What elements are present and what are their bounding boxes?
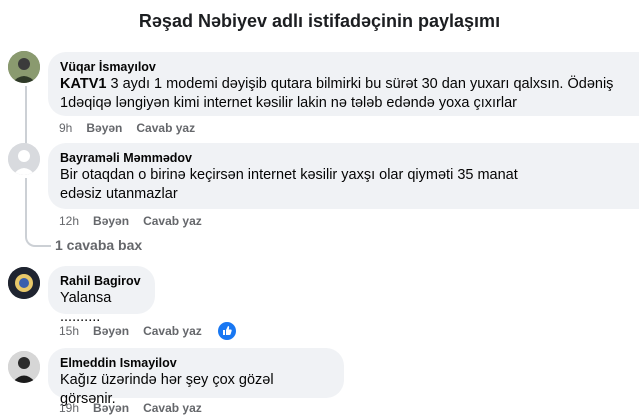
comment-actions: 15h Bəyən Cavab yaz [59, 324, 216, 338]
reply-button[interactable]: Cavab yaz [136, 121, 195, 135]
comment-bubble: Rahil Bagirov Yalansa .......... [48, 266, 155, 325]
page-title: Rəşad Nəbiyev adlı istifadəçinin paylaşı… [138, 11, 501, 31]
avatar[interactable] [8, 351, 40, 383]
thread-line [25, 86, 27, 146]
comment-time[interactable]: 19h [59, 401, 79, 415]
mention-tag[interactable]: KATV1 [60, 76, 106, 92]
avatar[interactable] [8, 51, 40, 83]
reply-button[interactable]: Cavab yaz [143, 401, 202, 415]
comment-actions: 19h Bəyən Cavab yaz [59, 401, 216, 415]
avatar-photo-icon [8, 267, 40, 299]
like-button[interactable]: Bəyən [93, 214, 129, 228]
comment-body: Bir otaqdan o birinə keçirsən internet k… [60, 167, 518, 202]
thread-connector [25, 178, 51, 247]
avatar-photo-icon [8, 51, 40, 83]
avatar-photo-icon [8, 351, 40, 383]
reaction-badge[interactable] [216, 320, 238, 342]
comment-body: 3 aydı 1 modemi dəyişib qutara bilmirki … [60, 76, 614, 111]
comment-bubble: Bayraməli Məmmədov Bir otaqdan o birinə … [48, 143, 639, 209]
comment-actions: 12h Bəyən Cavab yaz [59, 214, 216, 228]
like-button[interactable]: Bəyən [86, 121, 122, 135]
default-avatar-icon [8, 143, 40, 175]
comment-bubble: Elmeddin Ismayilov Kağız üzərində hər şe… [48, 348, 344, 407]
comment-time[interactable]: 12h [59, 214, 79, 228]
reply-button[interactable]: Cavab yaz [143, 214, 202, 228]
view-replies-link[interactable]: 1 cavaba bax [55, 237, 142, 253]
reply-button[interactable]: Cavab yaz [143, 324, 202, 338]
comment-text: KATV1 3 aydı 1 modemi dəyişib qutara bil… [60, 75, 627, 113]
comment-author[interactable]: Elmeddin Ismayilov [60, 355, 332, 371]
comment-bubble: Vüqar İsmayılov KATV1 3 aydı 1 modemi də… [48, 52, 639, 116]
comment-body: Yalansa .......... [60, 290, 112, 325]
comment-author[interactable]: Vüqar İsmayılov [60, 59, 627, 75]
avatar[interactable] [8, 267, 40, 299]
comment-time[interactable]: 9h [59, 121, 72, 135]
like-button[interactable]: Bəyən [93, 401, 129, 415]
comment-actions: 9h Bəyən Cavab yaz [59, 121, 209, 135]
comment-author[interactable]: Bayraməli Məmmədov [60, 150, 627, 166]
comment-time[interactable]: 15h [59, 324, 79, 338]
thumbs-up-icon [223, 326, 232, 335]
like-button[interactable]: Bəyən [93, 324, 129, 338]
comment-author[interactable]: Rahil Bagirov [60, 273, 143, 289]
avatar[interactable] [8, 143, 40, 175]
